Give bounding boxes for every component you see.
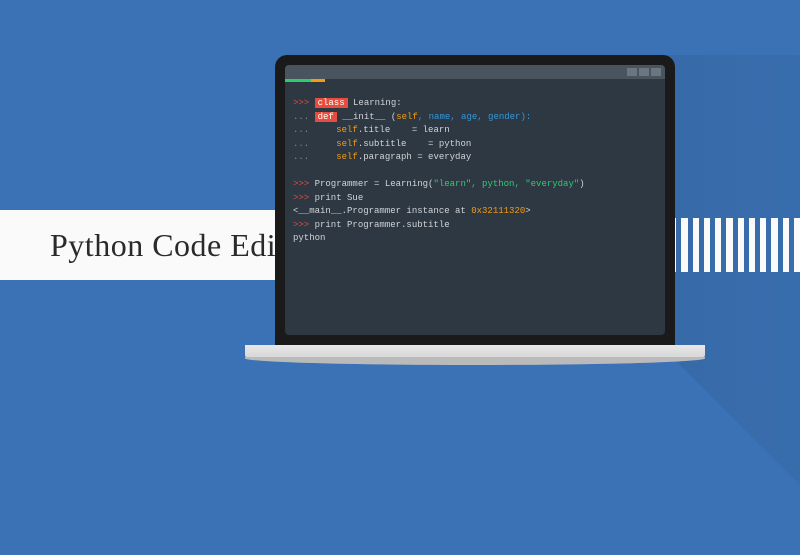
laptop-base-edge	[245, 357, 705, 365]
close-icon	[651, 68, 661, 76]
code-content: >>> class Learning: ... def __init__ (se…	[285, 79, 665, 254]
tab-indicator	[285, 79, 325, 82]
window-titlebar	[285, 65, 665, 79]
code-editor-screen: >>> class Learning: ... def __init__ (se…	[285, 65, 665, 335]
decorative-stripes	[670, 218, 800, 272]
minimize-icon	[627, 68, 637, 76]
screen-bezel: >>> class Learning: ... def __init__ (se…	[275, 55, 675, 345]
laptop-illustration: >>> class Learning: ... def __init__ (se…	[275, 55, 675, 365]
maximize-icon	[639, 68, 649, 76]
laptop-base	[245, 345, 705, 357]
